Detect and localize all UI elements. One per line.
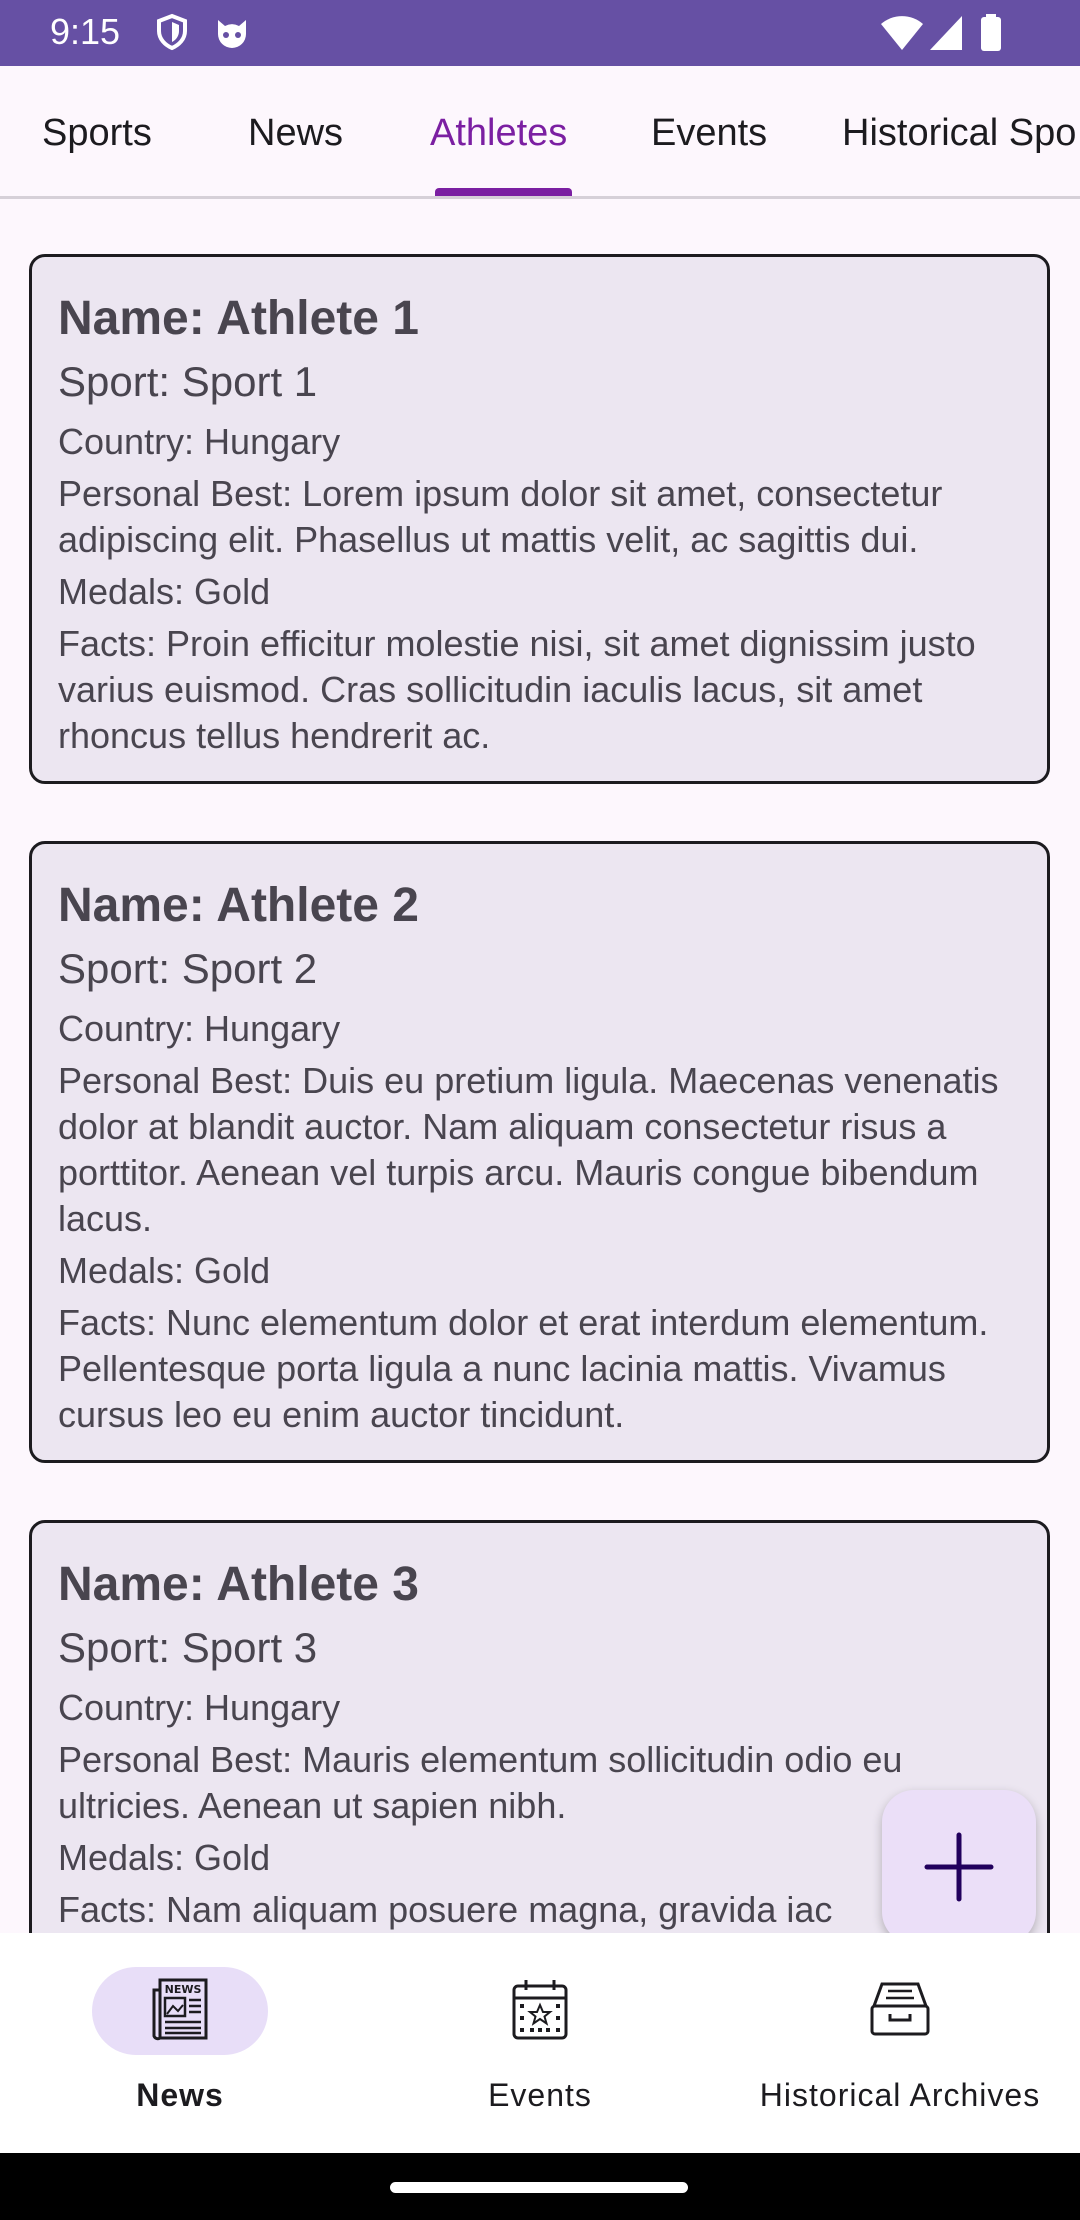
- athlete-personal-best: Personal Best: Duis eu pretium ligula. M…: [58, 1060, 999, 1239]
- battery-icon: [980, 14, 1002, 57]
- nav-events-label: Events: [488, 2077, 592, 2113]
- athlete-card[interactable]: Name: Athlete 1 Sport: Sport 1 Country: …: [29, 254, 1050, 784]
- svg-text:NEWS: NEWS: [165, 1983, 202, 1996]
- athlete-country: Country: Hungary: [58, 421, 341, 462]
- signal-icon: [928, 14, 964, 57]
- athlete-medals: Medals: Gold: [58, 571, 271, 612]
- status-time: 9:15: [50, 11, 121, 52]
- tab-historical-sports[interactable]: Historical Spo: [842, 66, 1076, 196]
- athlete-sport: Sport: Sport 3: [58, 1624, 318, 1671]
- athlete-list[interactable]: Name: Athlete 1 Sport: Sport 1 Country: …: [0, 199, 1080, 1933]
- nav-news[interactable]: NEWS News: [0, 1933, 360, 2153]
- system-navigation-bar: [0, 2153, 1080, 2220]
- tab-sports[interactable]: Sports: [42, 66, 152, 196]
- archive-box-icon: [870, 1982, 930, 2036]
- athlete-medals: Medals: Gold: [58, 1837, 271, 1878]
- athlete-personal-best: Personal Best: Lorem ipsum dolor sit ame…: [58, 473, 943, 560]
- nav-historical-archives[interactable]: Historical Archives: [720, 1933, 1080, 2153]
- add-button[interactable]: [882, 1790, 1036, 1944]
- athlete-sport: Sport: Sport 2: [58, 945, 318, 992]
- tab-news[interactable]: News: [248, 66, 343, 196]
- athlete-medals: Medals: Gold: [58, 1250, 271, 1291]
- calendar-icon: [512, 1980, 568, 2040]
- athlete-name: Name: Athlete 3: [58, 1558, 419, 1611]
- tab-athletes[interactable]: Athletes: [430, 66, 567, 196]
- plus-icon: [924, 1832, 994, 1902]
- active-tab-indicator: [435, 188, 572, 196]
- cat-face-icon: [212, 12, 252, 52]
- bottom-navigation: NEWS News Events Historical Archives: [0, 1933, 1080, 2153]
- athlete-name: Name: Athlete 1: [58, 292, 419, 345]
- nav-historical-archives-label: Historical Archives: [759, 2077, 1041, 2113]
- newspaper-icon: NEWS: [152, 1978, 208, 2041]
- tab-events[interactable]: Events: [651, 66, 767, 196]
- nav-news-label: News: [136, 2077, 224, 2113]
- home-gesture-bar[interactable]: [390, 2182, 688, 2193]
- athlete-facts: Facts: Nam aliquam posuere magna, gravid…: [58, 1889, 833, 1930]
- athlete-country: Country: Hungary: [58, 1008, 341, 1049]
- athlete-card[interactable]: Name: Athlete 2 Sport: Sport 2 Country: …: [29, 841, 1050, 1463]
- athlete-facts: Facts: Proin efficitur molestie nisi, si…: [58, 623, 976, 756]
- nav-events[interactable]: Events: [360, 1933, 720, 2153]
- athlete-personal-best: Personal Best: Mauris elementum sollicit…: [58, 1739, 903, 1826]
- top-tab-bar: Sports News Athletes Events Historical S…: [0, 66, 1080, 199]
- athlete-sport: Sport: Sport 1: [58, 358, 318, 405]
- athlete-name: Name: Athlete 2: [58, 879, 419, 932]
- wifi-icon: [880, 14, 924, 57]
- athlete-country: Country: Hungary: [58, 1687, 341, 1728]
- status-bar: 9:15: [0, 0, 1080, 66]
- shield-icon: [152, 12, 192, 52]
- athlete-facts: Facts: Nunc elementum dolor et erat inte…: [58, 1302, 989, 1435]
